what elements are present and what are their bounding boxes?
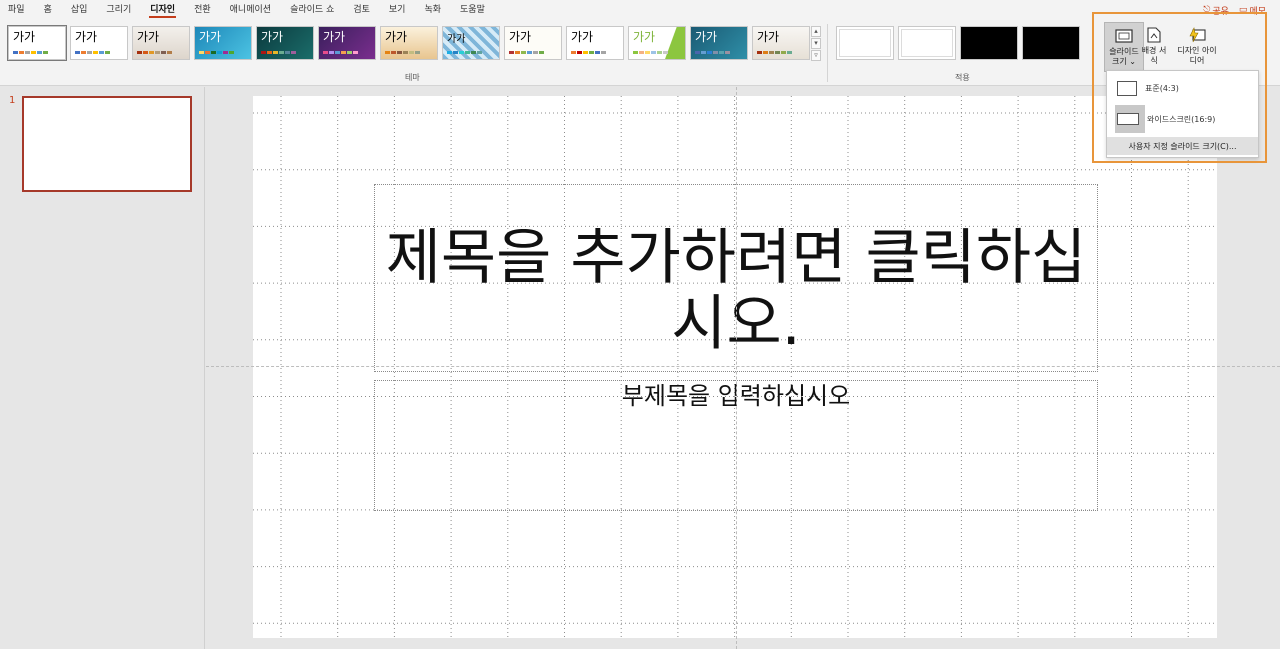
theme-sample-text: 가가	[571, 30, 594, 44]
theme-color-bars	[199, 51, 234, 54]
theme-color-bars	[509, 51, 544, 54]
tab-view[interactable]: 보기	[389, 0, 406, 20]
theme-sample-text: 가가	[385, 30, 408, 44]
theme-integral[interactable]: 가가	[628, 26, 686, 60]
comment-icon: ▭	[1238, 5, 1248, 15]
slide-size-button[interactable]: 슬라이드 크기 ⌄	[1104, 22, 1144, 72]
variant-2[interactable]	[898, 26, 956, 60]
theme-slice[interactable]: 가가	[504, 26, 562, 60]
slide-editing-area: 제목을 추가하려면 클릭하십시오. 부제목을 입력하십시오	[206, 87, 1280, 649]
menu-item-custom-size[interactable]: 사용자 지정 슬라이드 크기(C)...	[1107, 137, 1258, 155]
theme-color-bars	[757, 51, 792, 54]
designer-icon	[1188, 26, 1206, 44]
designer-button[interactable]: 디자인 아이디어	[1176, 22, 1218, 72]
share-button[interactable]: ⎋ 공유	[1203, 4, 1229, 17]
widescreen-size-icon	[1117, 113, 1139, 125]
theme-gallery-scroll: ▴ ▾ ▿	[811, 26, 821, 62]
chevron-down-icon: ⌄	[1126, 57, 1136, 66]
tab-help[interactable]: 도움말	[460, 0, 485, 20]
theme-color-bars	[447, 51, 482, 54]
theme-mesh[interactable]: 가가	[442, 26, 500, 60]
menu-item-widescreen-label: 와이드스크린(16:9)	[1147, 114, 1216, 124]
tab-transitions[interactable]: 전환	[194, 0, 211, 20]
tab-home[interactable]: 홈	[44, 0, 52, 20]
format-background-button[interactable]: 배경 서식	[1140, 22, 1168, 72]
slide-number: 1	[9, 95, 16, 106]
memo-button[interactable]: ▭ 메모	[1239, 4, 1266, 17]
theme-sample-text: 가가	[695, 30, 718, 44]
theme-sample-text: 가가	[137, 30, 160, 44]
theme-sample-text: 가가	[757, 30, 780, 44]
powerpoint-window: 파일 홈 삽입 그리기 디자인 전환 애니메이션 슬라이드 쇼 검토 보기 녹화…	[0, 0, 1280, 649]
slide-thumbnail-pane: 1	[0, 87, 205, 649]
variant-3[interactable]	[960, 26, 1018, 60]
horizontal-guide[interactable]	[206, 366, 1280, 367]
ribbon-tabs: 파일 홈 삽입 그리기 디자인 전환 애니메이션 슬라이드 쇼 검토 보기 녹화…	[0, 0, 1280, 20]
theme-sample-text: 가가	[447, 34, 466, 45]
slide[interactable]: 제목을 추가하려면 클릭하십시오. 부제목을 입력하십시오	[253, 96, 1217, 638]
theme-facet[interactable]: 가가	[132, 26, 190, 60]
theme-color-bars	[13, 51, 48, 54]
tab-slideshow[interactable]: 슬라이드 쇼	[290, 0, 334, 20]
theme-sample-text: 가가	[199, 30, 222, 44]
theme-retrospect[interactable]: 가가	[380, 26, 438, 60]
menu-item-standard[interactable]: 표준(4:3)	[1113, 76, 1254, 100]
theme-ion[interactable]: 가가	[194, 26, 252, 60]
theme-color-bars	[323, 51, 358, 54]
slide-thumbnail-1[interactable]	[22, 96, 192, 192]
tab-draw[interactable]: 그리기	[106, 0, 131, 20]
share-icon: ⎋	[1203, 5, 1211, 15]
tab-review[interactable]: 검토	[353, 0, 370, 20]
menu-item-standard-label: 표준(4:3)	[1145, 83, 1179, 93]
theme-sample-text: 가가	[13, 30, 36, 44]
gallery-more-icon[interactable]: ▿	[811, 50, 821, 61]
theme-dividend[interactable]: 가가	[690, 26, 748, 60]
theme-color-bars	[571, 51, 606, 54]
tab-insert[interactable]: 삽입	[71, 0, 88, 20]
menu-item-custom-size-label: 사용자 지정 슬라이드 크기(C)...	[1128, 141, 1237, 151]
tab-animations[interactable]: 애니메이션	[230, 0, 271, 20]
tab-record[interactable]: 녹화	[424, 0, 441, 20]
variant-1[interactable]	[836, 26, 894, 60]
variant-gallery	[836, 26, 1080, 60]
theme-sample-text: 가가	[323, 30, 346, 44]
format-background-icon	[1145, 26, 1163, 44]
share-label: 공유	[1212, 6, 1229, 17]
theme-sample-text: 가가	[261, 30, 284, 44]
slide-size-icon	[1115, 27, 1133, 45]
theme-color-bars	[75, 51, 110, 54]
vertical-guide[interactable]	[736, 87, 737, 649]
ribbon-design: 가가 가가 가가 가가 가가 가가 가가 가가 가가 가가 가가 가가 가가 ▴…	[0, 20, 1280, 86]
slide-size-menu: 표준(4:3) 와이드스크린(16:9) 사용자 지정 슬라이드 크기(C)..…	[1106, 70, 1259, 158]
theme-gallery: 가가 가가 가가 가가 가가 가가 가가 가가 가가 가가 가가 가가 가가	[7, 25, 810, 61]
variant-4[interactable]	[1022, 26, 1080, 60]
group-separator	[827, 24, 828, 82]
theme-wisp[interactable]: 가가	[566, 26, 624, 60]
theme-color-bars	[695, 51, 730, 54]
theme-sample-text: 가가	[75, 30, 98, 44]
theme-savon[interactable]: 가가	[752, 26, 810, 60]
format-background-label: 배경 서식	[1141, 46, 1167, 65]
theme-office-2[interactable]: 가가	[70, 26, 128, 60]
theme-color-bars	[633, 51, 668, 54]
standard-size-icon	[1117, 80, 1137, 96]
tab-file[interactable]: 파일	[8, 0, 25, 20]
designer-label: 디자인 아이디어	[1177, 46, 1217, 65]
theme-color-bars	[385, 51, 420, 54]
theme-organic[interactable]: 가가	[318, 26, 376, 60]
gallery-down-icon[interactable]: ▾	[811, 38, 821, 49]
themes-group-label: 테마	[405, 73, 420, 82]
theme-ion-board[interactable]: 가가	[256, 26, 314, 60]
tab-design[interactable]: 디자인	[149, 0, 176, 20]
theme-color-bars	[261, 51, 296, 54]
theme-sample-text: 가가	[633, 30, 656, 44]
variants-group-label: 적용	[955, 73, 970, 82]
top-right-actions: ⎋ 공유 ▭ 메모	[1203, 0, 1266, 20]
theme-sample-text: 가가	[509, 30, 532, 44]
memo-label: 메모	[1249, 6, 1266, 17]
gallery-up-icon[interactable]: ▴	[811, 26, 821, 37]
theme-office[interactable]: 가가	[7, 25, 67, 61]
theme-color-bars	[137, 51, 172, 54]
menu-item-widescreen[interactable]: 와이드스크린(16:9)	[1113, 105, 1254, 133]
